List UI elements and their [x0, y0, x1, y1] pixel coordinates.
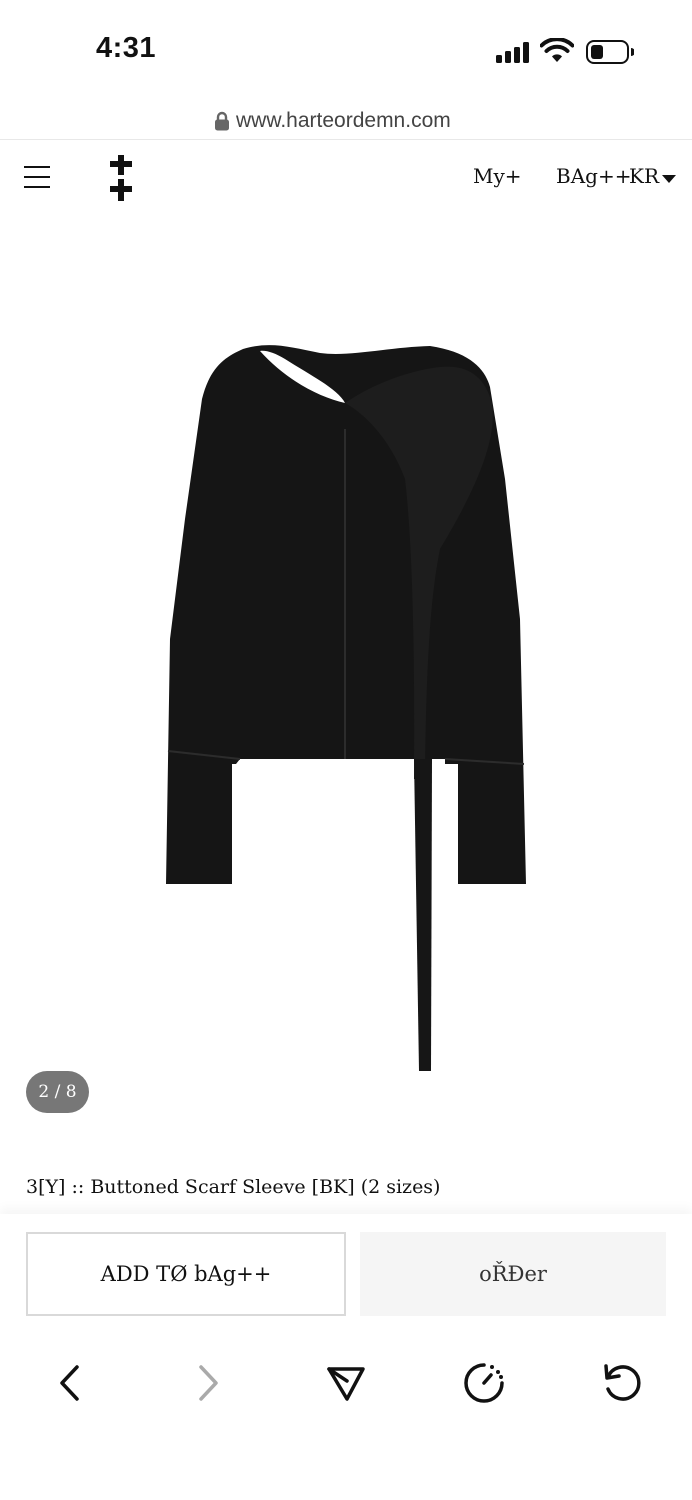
- back-icon[interactable]: [45, 1358, 95, 1408]
- image-counter: 2 / 8: [26, 1071, 89, 1113]
- nav-bag[interactable]: BAg++: [556, 164, 631, 188]
- bookmark-icon[interactable]: [321, 1358, 371, 1408]
- wifi-icon: [540, 38, 574, 62]
- forward-icon[interactable]: [183, 1358, 233, 1408]
- hamburger-menu-icon[interactable]: [24, 166, 52, 190]
- order-button[interactable]: oŘĐer: [360, 1232, 666, 1316]
- url-text: www.harteordemn.com: [236, 109, 451, 132]
- nav-my-account[interactable]: My+: [473, 164, 522, 188]
- status-bar: 4:31: [0, 0, 692, 100]
- caret-down-icon[interactable]: [662, 175, 676, 183]
- refresh-icon[interactable]: [597, 1358, 647, 1408]
- currency-selector[interactable]: KR: [629, 164, 659, 188]
- brand-logo-icon[interactable]: [108, 155, 134, 201]
- battery-icon: [586, 40, 634, 64]
- product-image[interactable]: [0, 219, 692, 1139]
- action-bar: ADD TØ bAg++ oŘĐer: [0, 1214, 692, 1334]
- cellular-signal-icon: [496, 41, 532, 63]
- address-bar[interactable]: www.harteordemn.com: [0, 100, 692, 140]
- site-header: My+ BAg++ KR: [0, 141, 692, 219]
- add-to-bag-button[interactable]: ADD TØ bAg++: [26, 1232, 346, 1316]
- speed-dial-icon[interactable]: [459, 1358, 509, 1408]
- lock-icon: [215, 111, 229, 131]
- product-title: 3[Y] :: Buttoned Scarf Sleeve [BK] (2 si…: [26, 1176, 441, 1198]
- status-time: 4:31: [96, 32, 157, 64]
- browser-toolbar: [0, 1334, 692, 1500]
